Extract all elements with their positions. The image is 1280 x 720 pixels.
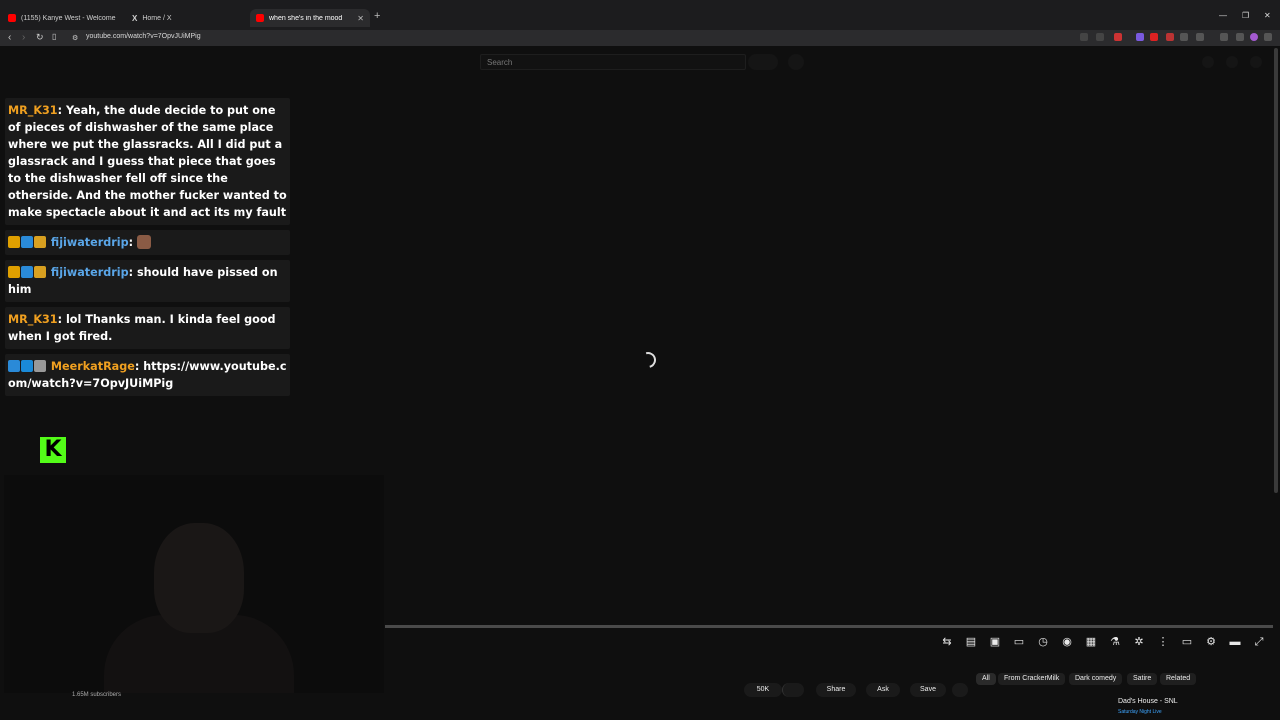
- chat-text: : https://www.youtube.com/watch?v=7OpvJU…: [8, 360, 287, 390]
- sidebar-icon[interactable]: [1196, 33, 1204, 41]
- chip-dark-comedy[interactable]: Dark comedy: [1069, 673, 1123, 685]
- fullscreen-icon[interactable]: ⤢: [1252, 635, 1266, 649]
- emote-icon: [136, 235, 151, 249]
- transcript-icon[interactable]: ▦: [1084, 635, 1098, 649]
- address-bar-row: ‹ › ↻ ▯ ⚙ youtube.com/watch?v=7OpvJUiMPi…: [0, 30, 1280, 46]
- tab-title: (1155) Kanye West - Welcome To He: [21, 14, 116, 22]
- chat-message: fijiwaterdrip:: [5, 230, 290, 255]
- close-window-icon[interactable]: ✕: [1264, 11, 1271, 20]
- tier-badge-icon: [34, 236, 46, 248]
- screenshot-icon[interactable]: ◉: [1060, 635, 1074, 649]
- tab-title: Home / X: [142, 14, 172, 22]
- ask-button[interactable]: Ask: [866, 683, 900, 697]
- tab-title: when she's in the mood - YouTu: [269, 14, 344, 22]
- tier-badge-icon: [34, 266, 46, 278]
- account-avatar[interactable]: [1250, 56, 1262, 68]
- cast-icon[interactable]: [1080, 33, 1088, 41]
- loading-spinner-icon: [637, 349, 659, 371]
- minimize-icon[interactable]: —: [1219, 11, 1227, 20]
- dislike-button[interactable]: [782, 683, 804, 697]
- crown-badge-icon: [8, 266, 20, 278]
- chip-satire[interactable]: Satire: [1127, 673, 1158, 685]
- chat-message: MeerkatRage: https://www.youtube.com/wat…: [5, 354, 290, 396]
- create-icon[interactable]: [1202, 56, 1214, 68]
- flask-icon[interactable]: ⚗: [1108, 635, 1122, 649]
- chat-text: : should have pissed on him: [8, 266, 278, 296]
- gift-badge-icon: [34, 360, 46, 372]
- clip-icon[interactable]: ▤: [964, 635, 978, 649]
- chip-from-crackermilk[interactable]: From CrackerMilk: [998, 673, 1066, 685]
- share-button[interactable]: Share: [816, 683, 856, 697]
- menu-icon[interactable]: [1264, 33, 1272, 41]
- sub-badge-icon: [21, 360, 33, 372]
- extension-x-icon[interactable]: [1166, 33, 1174, 41]
- gear-extension-icon[interactable]: ✲: [1132, 635, 1146, 649]
- chip-all[interactable]: All: [976, 673, 996, 685]
- youtube-favicon-icon: [256, 14, 264, 22]
- speed-icon[interactable]: ◷: [1036, 635, 1050, 649]
- share-page-icon[interactable]: [1096, 33, 1104, 41]
- restore-icon[interactable]: ❐: [1242, 11, 1249, 20]
- browser-tab-youtube-active[interactable]: when she's in the mood - YouTu ✕: [250, 9, 370, 27]
- search-button[interactable]: [748, 54, 778, 70]
- related-video-channel[interactable]: Saturday Night Live: [1118, 709, 1162, 715]
- url-field[interactable]: youtube.com/watch?v=7OpvJUiMPig: [86, 33, 201, 40]
- new-tab-icon[interactable]: +: [374, 10, 380, 22]
- bookmark-icon[interactable]: ▯: [52, 32, 56, 41]
- page-scrollbar[interactable]: [1274, 48, 1278, 493]
- chat-text: : Yeah, the dude decide to put one of pi…: [8, 104, 287, 219]
- chip-related[interactable]: Related: [1160, 673, 1197, 685]
- chat-message: MR_K31: Yeah, the dude decide to put one…: [5, 98, 290, 225]
- browser-tab-kanye[interactable]: (1155) Kanye West - Welcome To He: [2, 9, 122, 27]
- split-view-icon[interactable]: [1236, 33, 1244, 41]
- youtube-favicon-icon: [8, 14, 16, 22]
- chat-message: fijiwaterdrip: should have pissed on him: [5, 260, 290, 302]
- extension-red-icon[interactable]: [1114, 33, 1122, 41]
- subscriber-count: 1.65M subscribers: [72, 692, 122, 698]
- browser-tab-bar: (1155) Kanye West - Welcome To He X Home…: [0, 0, 1280, 30]
- x-favicon-icon: X: [132, 13, 138, 23]
- window-icon[interactable]: ▭: [1012, 635, 1026, 649]
- webcam-overlay: [4, 475, 384, 693]
- site-info-icon[interactable]: ⚙: [72, 34, 78, 42]
- profile-avatar-icon[interactable]: [1250, 33, 1258, 41]
- chat-username: MR_K31: [8, 104, 58, 117]
- browser-tab-x[interactable]: X Home / X: [126, 9, 246, 27]
- chat-overlay: MR_K31: Yeah, the dude decide to put one…: [5, 98, 290, 401]
- forward-icon[interactable]: ›: [22, 32, 25, 43]
- chat-message: MR_K31: lol Thanks man. I kinda feel goo…: [5, 307, 290, 349]
- chat-username: fijiwaterdrip: [50, 266, 129, 279]
- chat-username: fijiwaterdrip: [50, 236, 129, 249]
- crown-badge-icon: [8, 236, 20, 248]
- mod-badge-icon: [8, 360, 20, 372]
- music-icon[interactable]: [1220, 33, 1228, 41]
- extension-pen-icon[interactable]: [1150, 33, 1158, 41]
- streamer-silhouette-head: [154, 523, 244, 633]
- video-progress-bar[interactable]: [385, 625, 1273, 628]
- extension-purple-icon[interactable]: [1136, 33, 1144, 41]
- chat-username: MR_K31: [8, 313, 58, 326]
- more-options-icon[interactable]: ⋮: [1156, 635, 1170, 649]
- more-actions-button[interactable]: [952, 683, 968, 697]
- autoplay-icon[interactable]: ⇆: [940, 635, 954, 649]
- miniplayer-screen-icon[interactable]: ▣: [988, 635, 1002, 649]
- like-button[interactable]: 50K: [744, 683, 782, 697]
- sub-badge-icon: [21, 266, 33, 278]
- settings-icon[interactable]: ⚙: [1204, 635, 1218, 649]
- theater-mode-icon[interactable]: ▬: [1228, 635, 1242, 649]
- sub-badge-icon: [21, 236, 33, 248]
- save-button[interactable]: Save: [910, 683, 946, 697]
- notifications-icon[interactable]: [1226, 56, 1238, 68]
- captions-icon[interactable]: ▭: [1180, 635, 1194, 649]
- voice-search-icon[interactable]: [788, 54, 804, 70]
- kick-logo: K: [40, 437, 66, 463]
- extension-puzzle-icon[interactable]: [1180, 33, 1188, 41]
- chat-text: :: [128, 236, 134, 249]
- reload-icon[interactable]: ↻: [36, 32, 44, 43]
- related-video-title[interactable]: Dad's House - SNL: [1118, 698, 1178, 705]
- chat-username: MeerkatRage: [50, 360, 135, 373]
- close-tab-icon[interactable]: ✕: [357, 14, 364, 23]
- back-icon[interactable]: ‹: [8, 32, 11, 43]
- search-input[interactable]: Search: [480, 54, 746, 70]
